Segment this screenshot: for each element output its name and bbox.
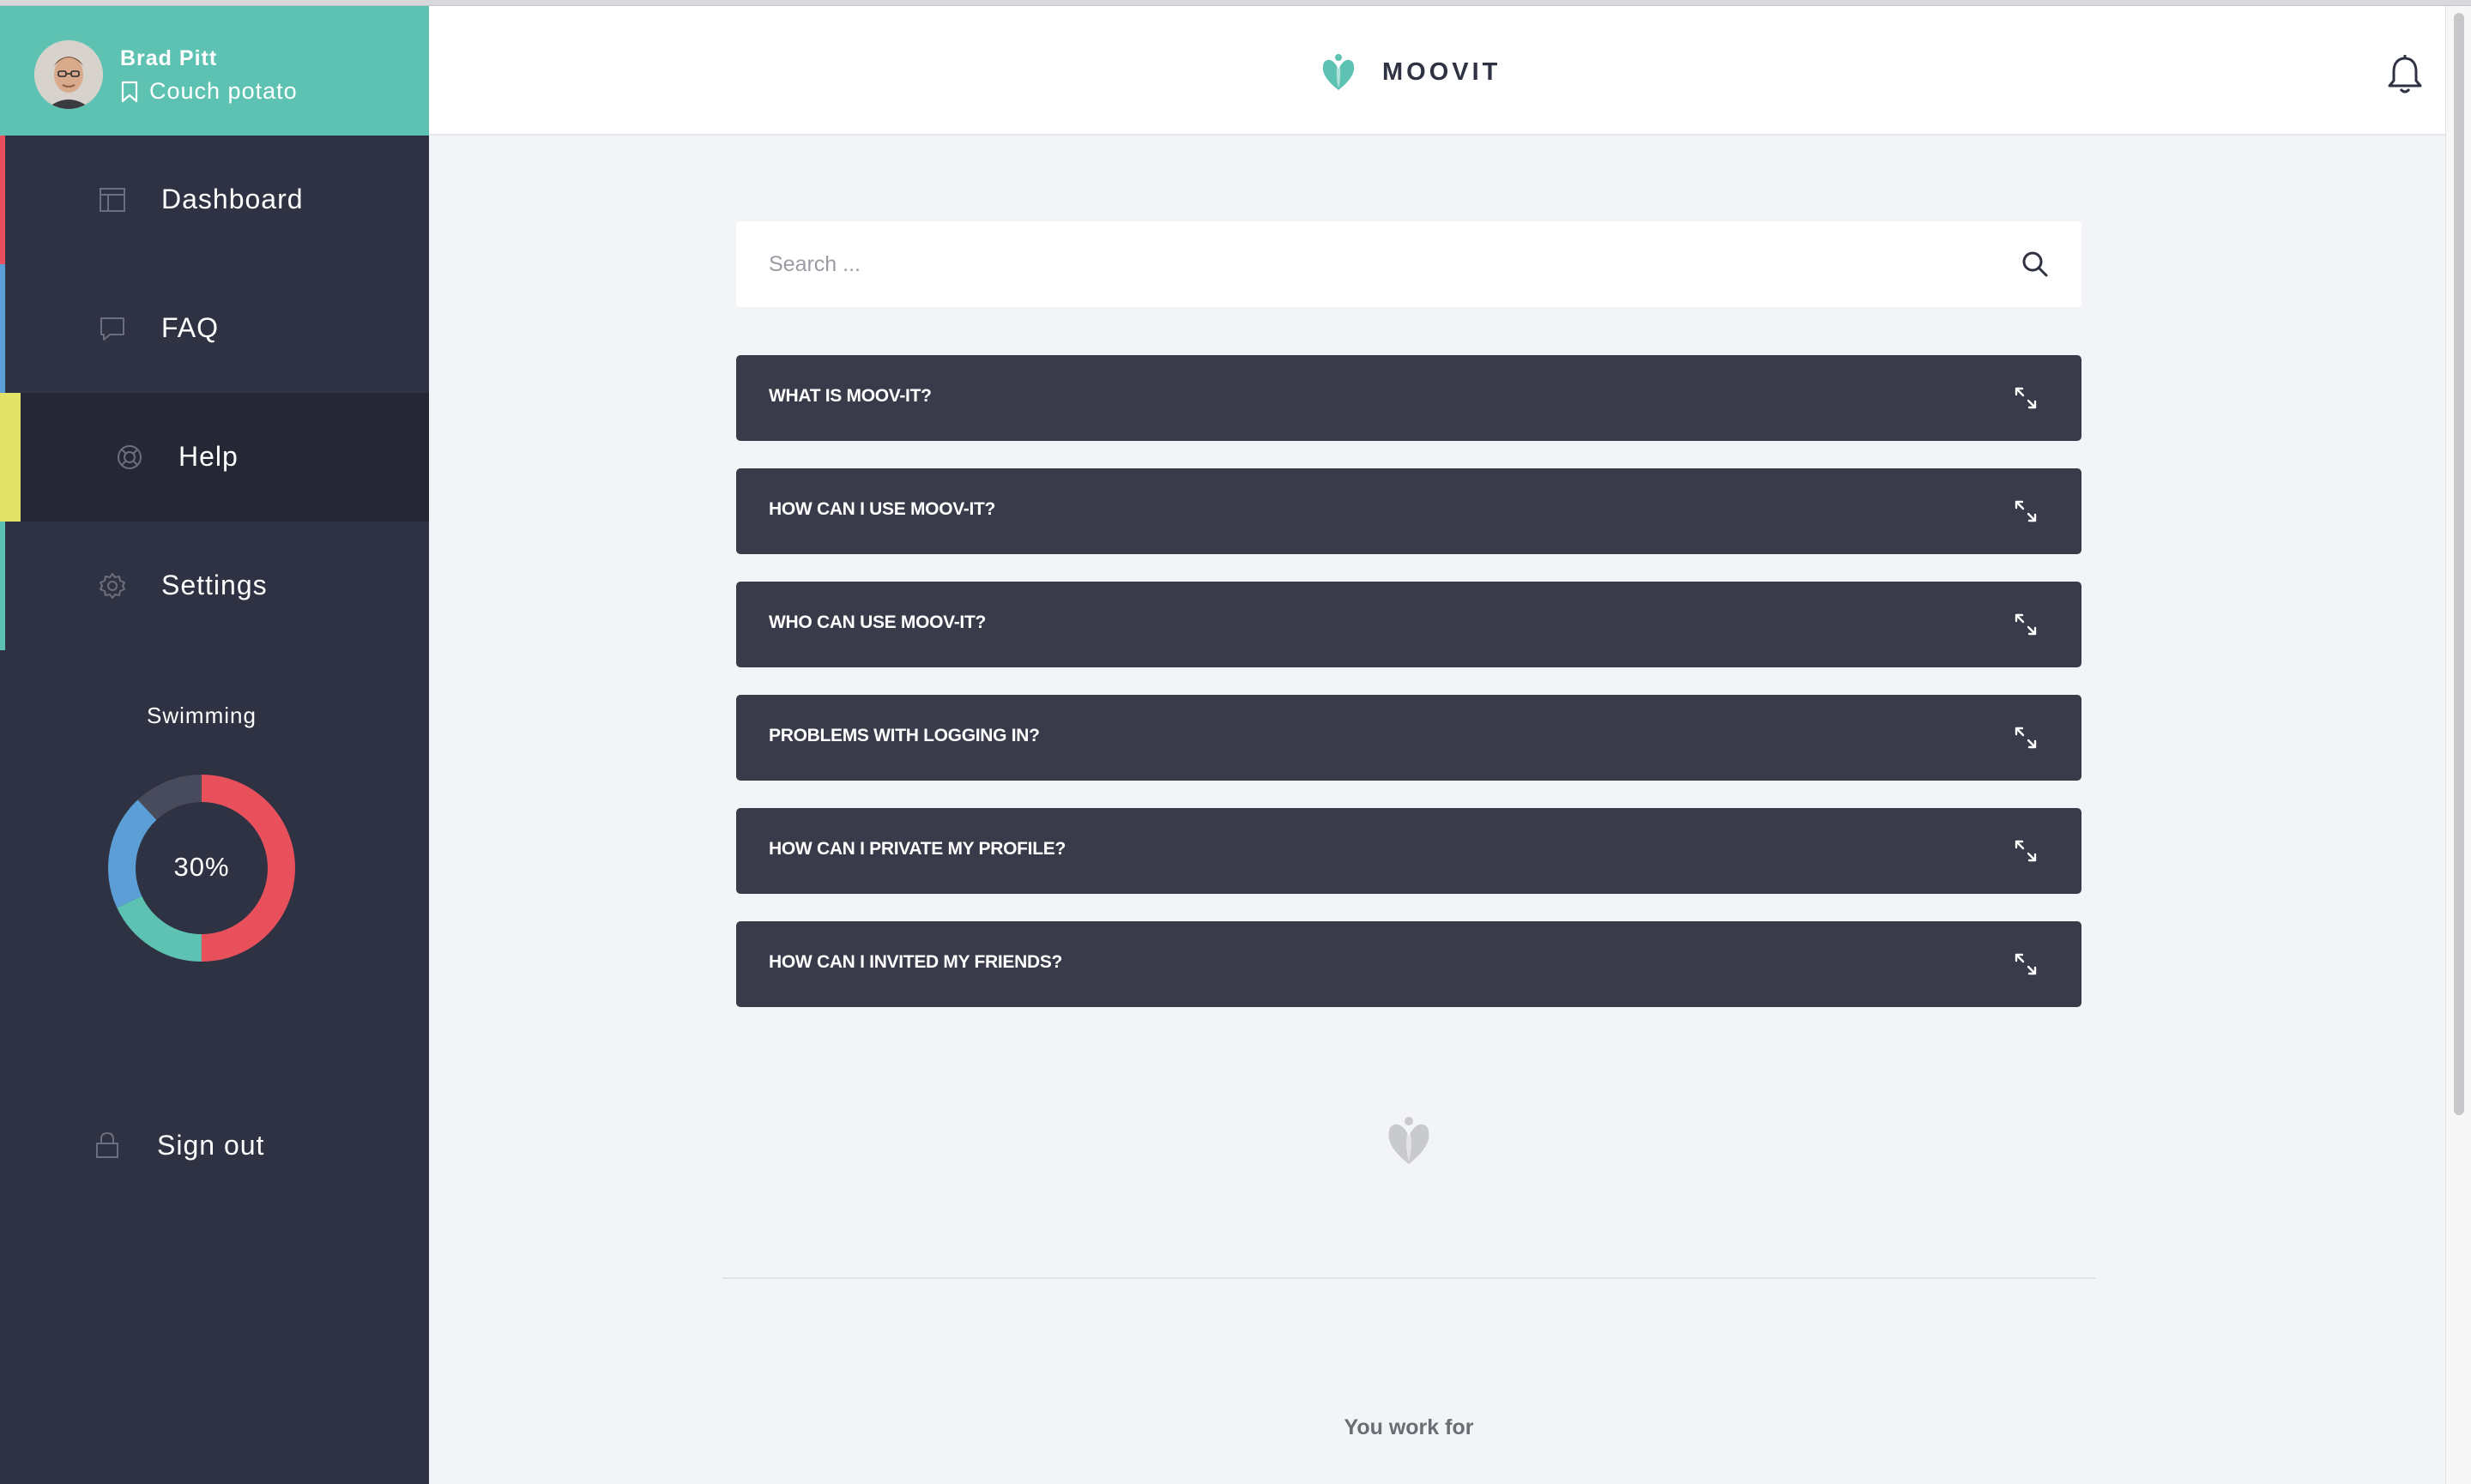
accent-bar (0, 264, 5, 393)
lifebuoy-icon (114, 442, 145, 473)
brand-name: MOOVIT (1382, 57, 1501, 86)
user-status: Couch potato (120, 78, 298, 105)
page-scrollbar[interactable] (2445, 6, 2471, 1484)
notifications-bell-icon[interactable] (2385, 53, 2425, 96)
faq-item[interactable]: HOW CAN I INVITED MY FRIENDS? (736, 921, 2081, 1007)
activity-percentage: 30% (173, 852, 230, 882)
faq-question: HOW CAN I INVITED MY FRIENDS? (769, 952, 1063, 972)
browser-top-edge (0, 0, 2471, 6)
expand-icon[interactable] (2013, 498, 2039, 524)
lock-icon (92, 1130, 123, 1161)
sidebar-item-faq[interactable]: FAQ (0, 264, 429, 393)
sidebar-item-label: FAQ (161, 312, 220, 343)
accent-bar (0, 136, 5, 264)
search-box (736, 221, 2081, 307)
footer-logo-icon (1381, 1113, 1436, 1167)
expand-icon[interactable] (2013, 725, 2039, 751)
sidebar-item-dashboard[interactable]: Dashboard (0, 136, 429, 264)
faq-item[interactable]: PROBLEMS WITH LOGGING IN? (736, 695, 2081, 781)
sidebar-item-label: Help (178, 441, 239, 472)
user-status-text: Couch potato (149, 78, 298, 104)
gear-icon (97, 570, 128, 601)
activity-label: Swimming (147, 703, 257, 728)
faq-question: PROBLEMS WITH LOGGING IN? (769, 726, 1040, 745)
faq-item[interactable]: WHAT IS MOOV-IT? (736, 355, 2081, 441)
scrollbar-thumb[interactable] (2454, 13, 2464, 1115)
brand-logo[interactable]: MOOVIT (1317, 51, 1501, 94)
moovit-logo-icon (1322, 54, 1355, 90)
sign-out-label: Sign out (157, 1130, 265, 1161)
user-profile[interactable]: Brad Pitt Couch potato (0, 6, 429, 136)
avatar[interactable] (34, 40, 103, 109)
user-name: Brad Pitt (120, 46, 218, 70)
dashboard-icon (97, 184, 128, 215)
expand-icon[interactable] (2013, 838, 2039, 864)
faq-question: WHAT IS MOOV-IT? (769, 386, 932, 406)
faq-question: HOW CAN I PRIVATE MY PROFILE? (769, 839, 1066, 859)
sidebar-item-settings[interactable]: Settings (0, 522, 429, 650)
sidebar: Brad Pitt Couch potato Dashboard FAQ Hel… (0, 6, 429, 1484)
sign-out-button[interactable]: Sign out (0, 1095, 429, 1198)
footer-divider (722, 1277, 2095, 1279)
sidebar-item-label: Dashboard (161, 184, 304, 214)
faq-item[interactable]: HOW CAN I USE MOOV-IT? (736, 468, 2081, 554)
expand-icon[interactable] (2013, 951, 2039, 977)
expand-icon[interactable] (2013, 612, 2039, 637)
faq-item[interactable]: HOW CAN I PRIVATE MY PROFILE? (736, 808, 2081, 894)
faq-question: HOW CAN I USE MOOV-IT? (769, 499, 996, 519)
accent-bar (0, 522, 5, 650)
expand-icon[interactable] (2013, 385, 2039, 411)
faq-question: WHO CAN USE MOOV-IT? (769, 612, 986, 632)
chat-icon (97, 313, 128, 344)
search-input[interactable] (769, 221, 1970, 307)
search-icon[interactable] (2020, 249, 2051, 280)
bookmark-icon (121, 81, 138, 102)
top-header: MOOVIT (429, 6, 2445, 136)
faq-item[interactable]: WHO CAN USE MOOV-IT? (736, 582, 2081, 667)
sidebar-item-help[interactable]: Help (0, 393, 429, 522)
sidebar-item-label: Settings (161, 570, 268, 600)
accent-bar (0, 393, 21, 522)
you-work-for-heading: You work for (1344, 1415, 1474, 1439)
